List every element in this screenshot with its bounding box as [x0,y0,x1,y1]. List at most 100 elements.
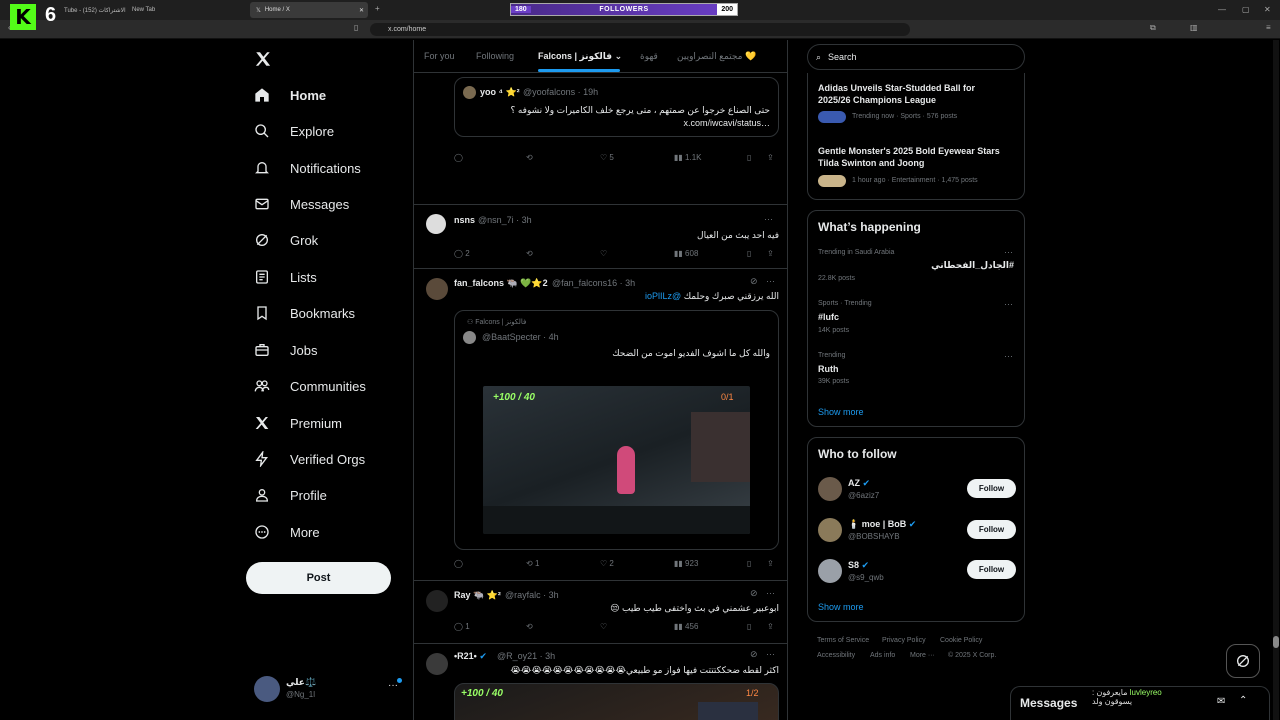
nav-verified-orgs[interactable]: Verified Orgs [254,444,365,474]
more-dots-icon[interactable]: ··· [1004,247,1013,257]
nav-messages[interactable]: Messages [254,189,349,219]
menu-icon[interactable]: ≡ [1266,23,1271,32]
views-button[interactable]: ▮▮ 923 [674,559,698,568]
tab-following[interactable]: Following [476,51,514,61]
quoted-tweet[interactable]: ⚇ Falcons | فالكونز @BaatSpecter · 4h وا… [454,310,779,550]
post-button[interactable]: Post [246,562,391,594]
maximize-icon[interactable]: ▢ [1242,5,1250,14]
like-button[interactable]: ♡ 5 [600,153,614,162]
reply-button[interactable]: ◯ 1 [454,622,470,631]
views-button[interactable]: ▮▮ 1.1K [674,153,702,162]
browser-tab-home-x[interactable]: 𝕏 Home / X ✕ [250,2,368,18]
browser-tab-youtube[interactable]: Tube - الاشتراكات (152) [58,2,126,18]
tab-for-you[interactable]: For you [424,51,455,61]
new-tab-icon[interactable]: + [375,4,380,13]
nav-home[interactable]: Home [254,80,326,110]
nav-notifications[interactable]: Notifications [254,153,361,183]
tab-nassr-community[interactable]: مجتمع النصراويين 💛 [677,51,756,62]
url-input[interactable]: x.com/home [370,23,910,36]
page-scrollbar[interactable] [1273,40,1279,720]
trend-title-line2[interactable]: 2025/26 Champions League [818,95,936,105]
tweet-video[interactable]: +100 / 40 1/2 [454,683,779,720]
nav-profile[interactable]: Profile [254,480,327,510]
nav-communities[interactable]: Communities [254,371,366,401]
account-switcher[interactable]: علي⚖️ @Ng_1l ··· [254,674,404,708]
grok-floating-button[interactable] [1226,644,1260,678]
tab-qahwa[interactable]: قهوة [640,51,658,62]
bookmark-button[interactable]: ▯ [747,153,751,162]
bookmark-button[interactable]: ▯ [747,249,751,258]
trend-title[interactable]: Ruth [818,364,839,374]
footer-more-link[interactable]: More ··· [910,652,935,659]
follow-button[interactable]: Follow [967,520,1016,539]
nav-jobs[interactable]: Jobs [254,335,317,365]
more-dots-icon[interactable]: ··· [766,588,775,598]
share-button[interactable]: ⇪ [767,622,774,631]
repost-button[interactable]: ⟲ [526,153,533,162]
trend-title-line2[interactable]: Tilda Swinton and Joong [818,158,924,168]
bookmark-page-icon[interactable]: ▯ [354,23,358,32]
bookmark-button[interactable]: ▯ [747,559,751,568]
more-dots-icon[interactable]: ··· [1004,351,1013,361]
show-more-link[interactable]: Show more [818,602,864,612]
trend-title[interactable]: Adidas Unveils Star-Studded Ball for [818,83,975,93]
footer-ads-link[interactable]: Ads info [870,652,895,659]
share-button[interactable]: ⇪ [767,153,774,162]
share-button[interactable]: ⇪ [767,249,774,258]
x-logo-icon[interactable] [254,50,274,70]
share-button[interactable]: ⇪ [767,559,774,568]
views-button[interactable]: ▮▮ 456 [674,622,698,631]
nav-explore[interactable]: Explore [254,116,334,146]
tweet-video[interactable]: +100 / 40 0/1 [483,386,750,534]
more-dots-icon[interactable]: ··· [1004,299,1013,309]
close-window-icon[interactable]: ✕ [1264,5,1271,14]
repost-button[interactable]: ⟲ [526,622,533,631]
footer-terms-link[interactable]: Terms of Service [817,637,869,644]
more-dots-icon[interactable]: ··· [764,214,773,224]
show-more-link[interactable]: Show more [818,407,864,417]
nav-premium[interactable]: Premium [254,408,342,438]
sidebar-toggle-icon[interactable]: ▥ [1190,23,1198,32]
trend-title[interactable]: #lufc [818,312,839,322]
follow-button[interactable]: Follow [967,479,1016,498]
quoted-tweet[interactable]: yoo ⁴ ⭐² @yoofalcons · 19h حتى الصناع خر… [454,77,779,137]
nav-lists[interactable]: Lists [254,262,317,292]
reply-button[interactable]: ◯ 2 [454,249,470,258]
more-dots-icon[interactable]: ··· [766,649,775,659]
minimize-icon[interactable]: — [1218,5,1226,14]
follow-name[interactable]: AZ ✔ [848,478,870,489]
more-dots-icon[interactable]: ··· [766,276,775,286]
like-button[interactable]: ♡ [600,249,607,258]
footer-privacy-link[interactable]: Privacy Policy [882,637,926,644]
trend-title[interactable]: Gentle Monster's 2025 Bold Eyewear Stars [818,146,1000,156]
grok-icon[interactable]: ⊘ [750,588,758,599]
tweet[interactable]: yoo ⁴ ⭐² @yoofalcons · 19h حتى الصناع خر… [414,73,787,205]
browser-tab-new[interactable]: New Tab [126,2,246,18]
grok-icon[interactable]: ⊘ [750,649,758,660]
tab-falcons[interactable]: Falcons | فالكونز ⌄ [538,51,622,62]
close-tab-icon[interactable]: ✕ [359,7,364,14]
mention-link[interactable]: @ioPlILz [645,291,681,301]
follow-button[interactable]: Follow [967,560,1016,579]
repost-button[interactable]: ⟲ [526,249,533,258]
grok-icon[interactable]: ⊘ [750,276,758,287]
like-button[interactable]: ♡ [600,622,607,631]
search-input[interactable]: ⌕ Search [807,44,1025,70]
views-button[interactable]: ▮▮ 608 [674,249,698,258]
tweet[interactable]: nsns @nsn_7i · 3h ··· فيه احد يبث من الع… [414,206,787,269]
footer-accessibility-link[interactable]: Accessibility [817,652,855,659]
repost-button[interactable]: ⟲ 1 [526,559,539,568]
tweet[interactable]: •R21• ✔ @R_oy21 · 3h ⊘ ··· اكثر لقطه ضحك… [414,645,787,720]
follow-name[interactable]: 🕯️ moe | BoB ✔ [848,519,916,530]
bookmark-button[interactable]: ▯ [747,622,751,631]
tweet[interactable]: fan_falcons 🐃 💚⭐2 @fan_falcons16 · 3h ⊘ … [414,270,787,581]
extensions-icon[interactable]: ⧉ [1150,23,1156,33]
expand-drawer-icon[interactable]: ⌃ [1239,695,1247,706]
trend-title[interactable]: #الجادل_الفحطاني [931,260,1014,271]
reply-button[interactable]: ◯ [454,153,463,162]
reply-button[interactable]: ◯ [454,559,463,568]
footer-cookie-link[interactable]: Cookie Policy [940,637,982,644]
nav-more[interactable]: More [254,517,320,547]
nav-grok[interactable]: Grok [254,225,318,255]
like-button[interactable]: ♡ 2 [600,559,614,568]
